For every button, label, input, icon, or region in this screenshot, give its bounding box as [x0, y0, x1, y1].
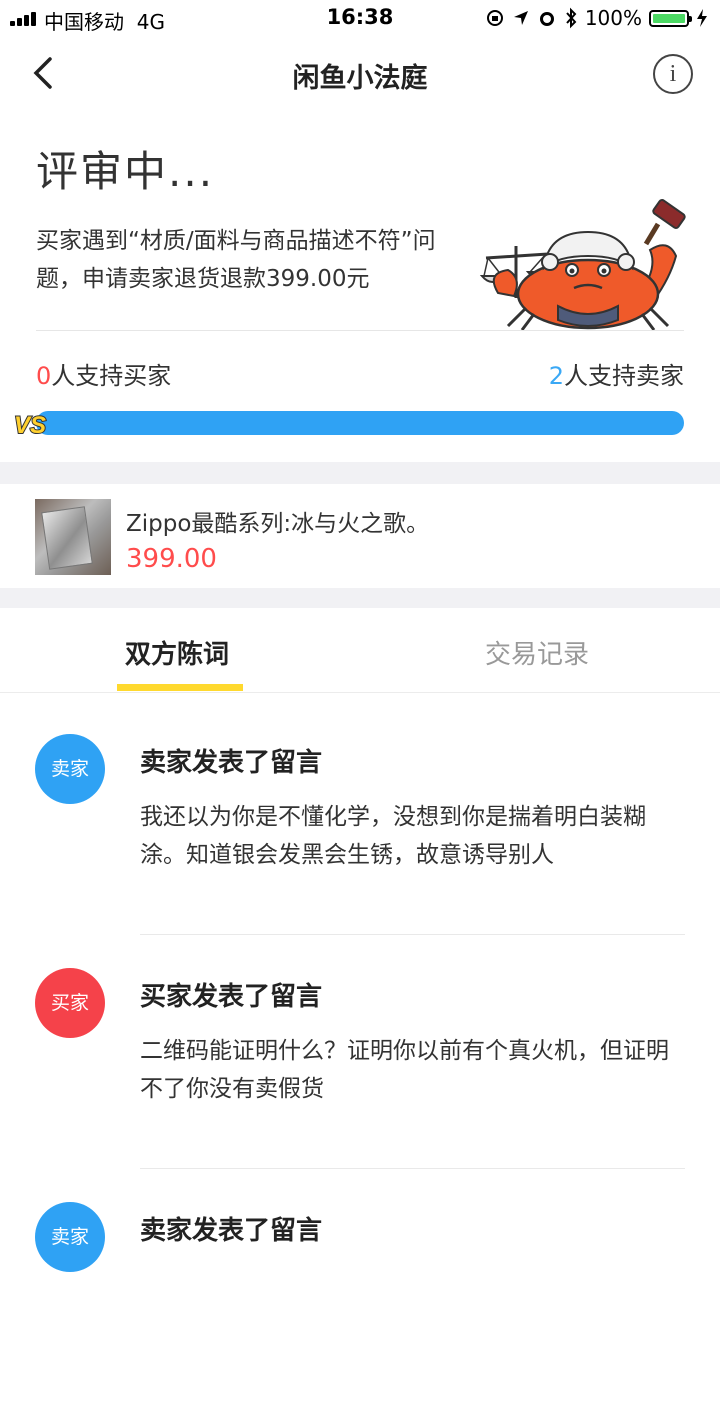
list-item: 卖家 卖家发表了留言 — [0, 1170, 720, 1404]
message-title: 卖家发表了留言 — [140, 1216, 323, 1246]
status-bar: 中国移动 4G 16:38 100% — [0, 0, 720, 36]
list-item: 买家 买家发表了留言 二维码能证明什么？证明你以前有个真火机，但证明不了你没有卖… — [0, 936, 720, 1170]
info-icon[interactable]: i — [653, 54, 693, 94]
tab-statements[interactable]: 双方陈词 — [125, 634, 229, 671]
message-title: 买家发表了留言 — [140, 982, 323, 1012]
support-progress-bar — [36, 411, 684, 435]
message-divider — [140, 934, 685, 935]
tab-active-indicator — [117, 684, 243, 691]
section-gap — [0, 462, 720, 484]
alarm-icon — [539, 12, 554, 26]
bluetooth-icon — [566, 7, 577, 29]
product-name: Zippo最酷系列:冰与火之歌。 — [126, 511, 430, 537]
tab-bar: 双方陈词 交易记录 — [0, 608, 720, 693]
case-status-title: 评审中... — [36, 147, 215, 196]
battery-percent: 100% — [584, 6, 642, 30]
product-thumbnail — [35, 499, 111, 575]
vs-label: VS — [14, 412, 46, 439]
seller-support-count: 2人支持卖家 — [548, 362, 684, 390]
avatar: 卖家 — [35, 734, 105, 804]
message-text: 二维码能证明什么？证明你以前有个真火机，但证明不了你没有卖假货 — [140, 1038, 669, 1102]
nav-bar: 闲鱼小法庭 i — [0, 36, 720, 112]
charging-icon — [697, 9, 707, 27]
product-price: 399.00 — [126, 544, 217, 574]
message-divider — [140, 1168, 685, 1169]
status-icons: 100% — [485, 5, 708, 31]
case-description: 买家遇到“材质/面料与商品描述不符”问题，申请卖家退货退款399.00元 — [36, 228, 436, 292]
avatar: 买家 — [35, 968, 105, 1038]
avatar: 卖家 — [35, 1202, 105, 1272]
buyer-support-count: 0人支持买家 — [36, 362, 172, 390]
crab-judge-icon — [479, 199, 686, 331]
list-item: 卖家 卖家发表了留言 我还以为你是不懂化学，没想到你是揣着明白装糊涂。知道银会发… — [0, 702, 720, 936]
location-icon — [513, 11, 528, 25]
vs-badge-icon: VS — [13, 411, 47, 440]
product-card[interactable]: Zippo最酷系列:冰与火之歌。 399.00 — [0, 484, 720, 588]
orientation-lock-icon — [486, 10, 503, 26]
message-text: 我还以为你是不懂化学，没想到你是揣着明白装糊涂。知道银会发黑会生锈，故意诱导别人 — [140, 804, 646, 868]
tab-transactions[interactable]: 交易记录 — [485, 634, 589, 671]
section-gap — [0, 588, 720, 608]
header-divider — [36, 330, 684, 331]
page-title: 闲鱼小法庭 — [292, 63, 428, 94]
battery-icon — [649, 9, 692, 27]
message-title: 卖家发表了留言 — [140, 748, 323, 778]
